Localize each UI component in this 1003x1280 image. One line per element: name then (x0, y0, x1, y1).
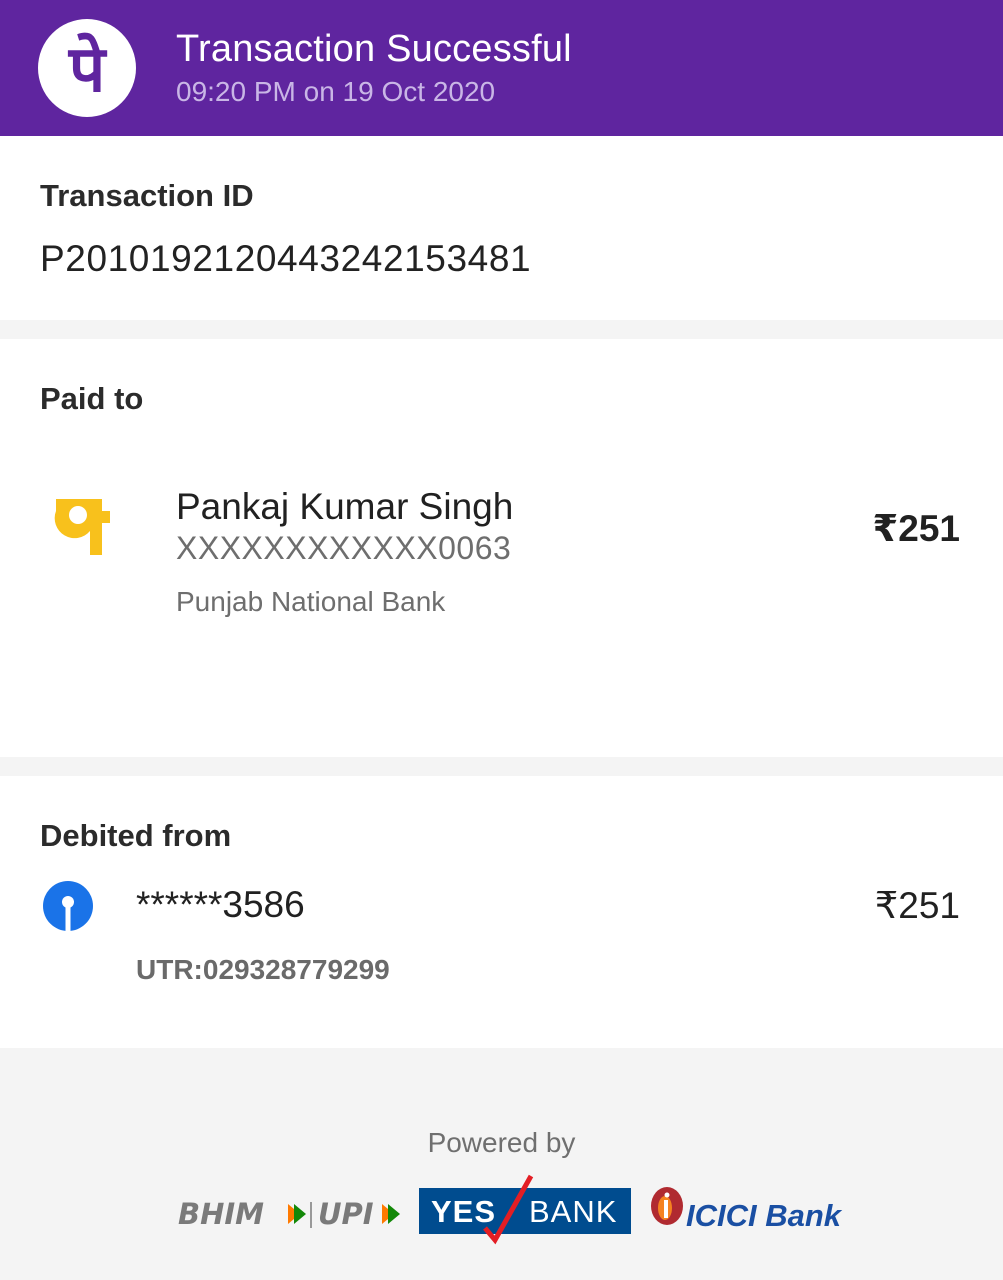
icici-bank-text: ICICI Bank (686, 1198, 842, 1233)
sbi-logo-icon (41, 879, 95, 938)
transaction-status-title: Transaction Successful (176, 28, 572, 70)
icici-logo-icon (648, 1184, 686, 1237)
payee-name: Pankaj Kumar Singh (176, 486, 514, 527)
paid-to-label: Paid to (40, 381, 144, 416)
bhim-upi-logo-icon: BHIM UPI (176, 1196, 406, 1241)
phonepe-logo-icon: पे (38, 19, 136, 117)
paid-to-card: Paid to Pankaj Kumar Singh XXXXXXXXXXXX0… (0, 339, 1003, 757)
transaction-id-label: Transaction ID (40, 178, 254, 213)
paid-amount: ₹251 (872, 508, 960, 549)
header-bar: पे Transaction Successful 09:20 PM on 19… (0, 0, 1003, 136)
pnb-logo-icon (54, 497, 118, 562)
upi-logo-text: UPI (318, 1197, 374, 1231)
transaction-id-card: Transaction ID P2010192120443242153481 (0, 136, 1003, 320)
yes-bank-logo-icon: YES BANK (419, 1174, 631, 1245)
utr-number[interactable]: UTR:029328779299 (136, 954, 390, 986)
transaction-datetime: 09:20 PM on 19 Oct 2020 (176, 76, 496, 107)
svg-text:पे: पे (68, 32, 108, 107)
bhim-logo-text: BHIM (178, 1197, 264, 1231)
powered-by-label: Powered by (427, 1127, 576, 1158)
debit-amount: ₹251 (874, 885, 960, 926)
transaction-id-value[interactable]: P2010192120443242153481 (40, 238, 531, 280)
payee-bank-name: Punjab National Bank (176, 586, 446, 617)
payee-account-number: XXXXXXXXXXXX0063 (176, 530, 512, 566)
debited-from-card: Debited from ******3586 ₹251 UTR:0293287… (0, 776, 1003, 1048)
debited-from-label: Debited from (40, 818, 232, 853)
debit-account-number: ******3586 (136, 884, 305, 925)
